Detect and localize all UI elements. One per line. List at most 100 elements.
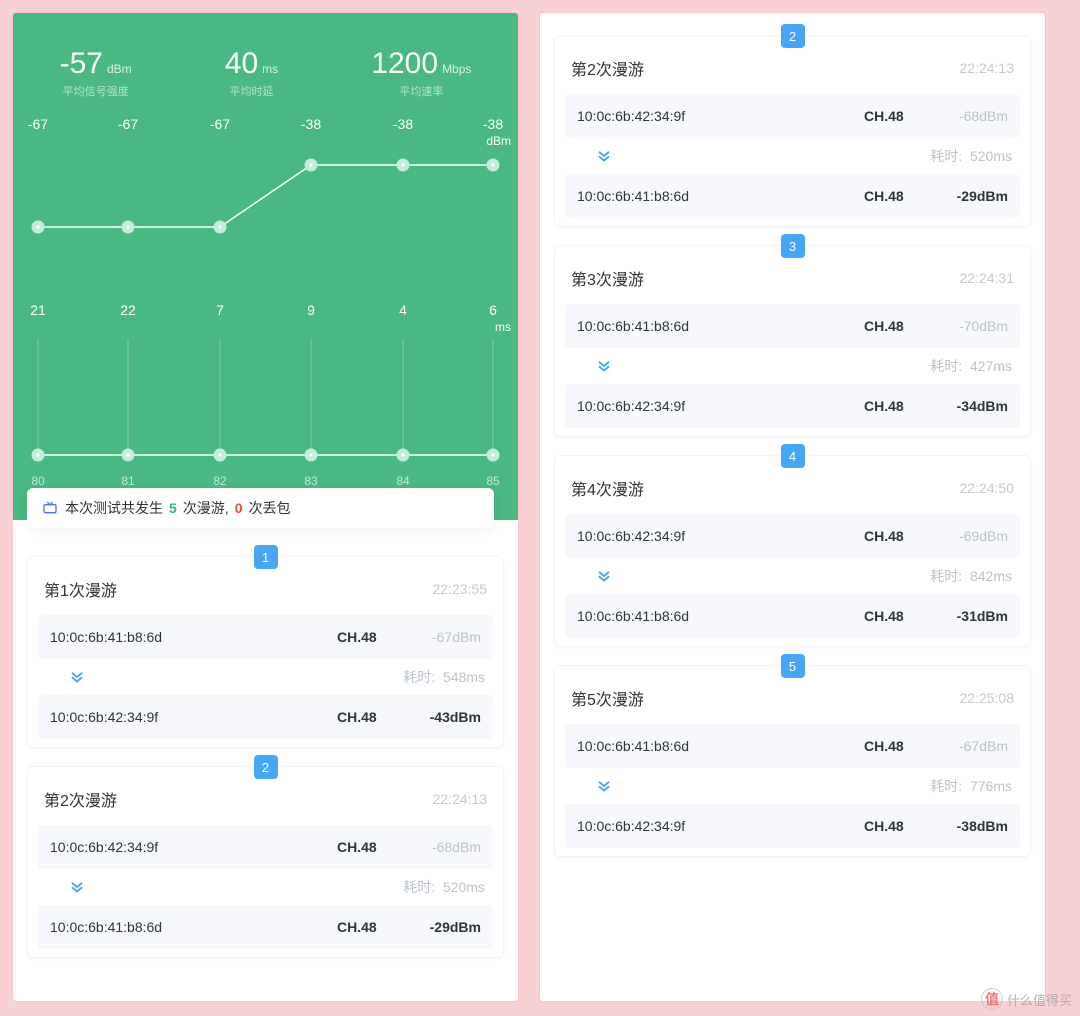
svg-text:-67: -67 xyxy=(28,116,48,132)
channel: CH.48 xyxy=(864,318,936,334)
mac-address: 10:0c:6b:41:b8:6d xyxy=(577,188,864,204)
roam-card[interactable]: 5第5次漫游22:25:0810:0c:6b:41:b8:6dCH.48-67d… xyxy=(554,665,1031,857)
channel: CH.48 xyxy=(337,919,409,935)
summary-loss-label: 次丢包 xyxy=(248,498,290,518)
stats-row: -57dBm 平均信号强度 40ms 平均时延 1200Mbps 平均速率 xyxy=(13,31,518,107)
right-roam-list[interactable]: 2第2次漫游22:24:1310:0c:6b:42:34:9fCH.48-68d… xyxy=(540,13,1045,885)
svg-text:85: 85 xyxy=(486,474,500,487)
roam-to-row: 10:0c:6b:42:34:9fCH.48-38dBm xyxy=(565,804,1020,848)
mac-address: 10:0c:6b:42:34:9f xyxy=(50,839,337,855)
roam-time: 22:24:50 xyxy=(960,480,1015,496)
stat-latency: 40 ms 平均时延 xyxy=(225,47,278,99)
roam-transition: 耗时: 427ms xyxy=(555,352,1030,380)
chart-area[interactable]: -67-67-67-38-38-38dBm21227946ms808182838… xyxy=(13,107,518,487)
stat-speed: 1200Mbps 平均速率 xyxy=(371,47,471,99)
roam-time: 22:25:08 xyxy=(960,690,1015,706)
signal-dbm: -67dBm xyxy=(936,738,1008,754)
roam-from-row: 10:0c:6b:41:b8:6dCH.48-70dBm xyxy=(565,304,1020,348)
chevron-down-icon xyxy=(595,777,613,795)
svg-text:83: 83 xyxy=(304,474,318,487)
roam-to-row: 10:0c:6b:42:34:9fCH.48-34dBm xyxy=(565,384,1020,428)
right-panel: 2第2次漫游22:24:1310:0c:6b:42:34:9fCH.48-68d… xyxy=(539,12,1046,1002)
svg-text:84: 84 xyxy=(396,474,410,487)
roam-to-row: 10:0c:6b:42:34:9fCH.48-43dBm xyxy=(38,695,493,739)
roam-card[interactable]: 1第1次漫游22:23:5510:0c:6b:41:b8:6dCH.48-67d… xyxy=(27,556,504,748)
signal-dbm: -70dBm xyxy=(936,318,1008,334)
mac-address: 10:0c:6b:41:b8:6d xyxy=(50,629,337,645)
roam-card[interactable]: 2第2次漫游22:24:1310:0c:6b:42:34:9fCH.48-68d… xyxy=(27,766,504,958)
roam-to-row: 10:0c:6b:41:b8:6dCH.48-29dBm xyxy=(565,174,1020,218)
channel: CH.48 xyxy=(864,738,936,754)
roam-time: 22:24:31 xyxy=(960,270,1015,286)
signal-dbm: -68dBm xyxy=(409,839,481,855)
mac-address: 10:0c:6b:41:b8:6d xyxy=(577,738,864,754)
channel: CH.48 xyxy=(337,839,409,855)
watermark-logo-icon: 值 xyxy=(981,988,1003,1010)
mac-address: 10:0c:6b:42:34:9f xyxy=(50,709,337,725)
roam-from-row: 10:0c:6b:41:b8:6dCH.48-67dBm xyxy=(38,615,493,659)
summary-prefix: 本次测试共发生 xyxy=(65,498,163,518)
roam-transition: 耗时: 776ms xyxy=(555,772,1030,800)
roam-badge: 3 xyxy=(781,234,805,258)
mac-address: 10:0c:6b:41:b8:6d xyxy=(577,608,864,624)
mac-address: 10:0c:6b:42:34:9f xyxy=(577,398,864,414)
roam-transition: 耗时: 520ms xyxy=(555,142,1030,170)
channel: CH.48 xyxy=(337,709,409,725)
svg-text:-38: -38 xyxy=(393,116,413,132)
stats-chart-area: -57dBm 平均信号强度 40ms 平均时延 1200Mbps 平均速率 -6… xyxy=(13,13,518,520)
chevron-down-icon xyxy=(595,147,613,165)
signal-latency-chart[interactable]: -67-67-67-38-38-38dBm21227946ms808182838… xyxy=(13,107,518,487)
roam-card[interactable]: 3第3次漫游22:24:3110:0c:6b:41:b8:6dCH.48-70d… xyxy=(554,245,1031,437)
svg-text:82: 82 xyxy=(213,474,227,487)
svg-text:21: 21 xyxy=(30,302,46,318)
roam-latency: 耗时: 520ms xyxy=(403,877,485,897)
roam-card[interactable]: 2第2次漫游22:24:1310:0c:6b:42:34:9fCH.48-68d… xyxy=(554,35,1031,227)
signal-dbm: -29dBm xyxy=(936,188,1008,204)
roam-badge: 1 xyxy=(254,545,278,569)
channel: CH.48 xyxy=(337,629,409,645)
watermark-text: 什么值得买 xyxy=(1007,990,1072,1009)
signal-dbm: -43dBm xyxy=(409,709,481,725)
tv-icon xyxy=(41,500,59,516)
roam-to-row: 10:0c:6b:41:b8:6dCH.48-29dBm xyxy=(38,905,493,949)
mac-address: 10:0c:6b:41:b8:6d xyxy=(577,318,864,334)
stat-signal-value: -57 xyxy=(60,47,103,80)
roam-time: 22:24:13 xyxy=(433,791,488,807)
stat-latency-value: 40 xyxy=(225,47,258,80)
stat-speed-label: 平均速率 xyxy=(371,83,471,99)
channel: CH.48 xyxy=(864,608,936,624)
stat-latency-label: 平均时延 xyxy=(225,83,278,99)
svg-text:9: 9 xyxy=(307,302,315,318)
left-roam-list[interactable]: 1第1次漫游22:23:5510:0c:6b:41:b8:6dCH.48-67d… xyxy=(13,520,518,986)
roam-to-row: 10:0c:6b:41:b8:6dCH.48-31dBm xyxy=(565,594,1020,638)
chevron-down-icon xyxy=(595,567,613,585)
roam-transition: 耗时: 548ms xyxy=(28,663,503,691)
svg-text:dBm: dBm xyxy=(486,134,511,148)
roam-from-row: 10:0c:6b:41:b8:6dCH.48-67dBm xyxy=(565,724,1020,768)
summary-loss-count: 0 xyxy=(235,500,243,516)
svg-text:4: 4 xyxy=(399,302,407,318)
chevron-down-icon xyxy=(595,357,613,375)
roam-latency: 耗时: 776ms xyxy=(930,776,1012,796)
stat-latency-unit: ms xyxy=(262,62,278,76)
svg-text:-67: -67 xyxy=(118,116,138,132)
signal-dbm: -68dBm xyxy=(936,108,1008,124)
roam-badge: 5 xyxy=(781,654,805,678)
roam-card[interactable]: 4第4次漫游22:24:5010:0c:6b:42:34:9fCH.48-69d… xyxy=(554,455,1031,647)
roam-from-row: 10:0c:6b:42:34:9fCH.48-69dBm xyxy=(565,514,1020,558)
svg-text:81: 81 xyxy=(121,474,135,487)
roam-latency: 耗时: 427ms xyxy=(930,356,1012,376)
roam-transition: 耗时: 520ms xyxy=(28,873,503,901)
roam-badge: 4 xyxy=(781,444,805,468)
roam-transition: 耗时: 842ms xyxy=(555,562,1030,590)
svg-text:22: 22 xyxy=(120,302,136,318)
channel: CH.48 xyxy=(864,528,936,544)
roam-time: 22:24:13 xyxy=(960,60,1015,76)
channel: CH.48 xyxy=(864,818,936,834)
channel: CH.48 xyxy=(864,188,936,204)
roam-badge: 2 xyxy=(254,755,278,779)
channel: CH.48 xyxy=(864,108,936,124)
roam-latency: 耗时: 842ms xyxy=(930,566,1012,586)
stat-speed-unit: Mbps xyxy=(442,62,471,76)
roam-badge: 2 xyxy=(781,24,805,48)
